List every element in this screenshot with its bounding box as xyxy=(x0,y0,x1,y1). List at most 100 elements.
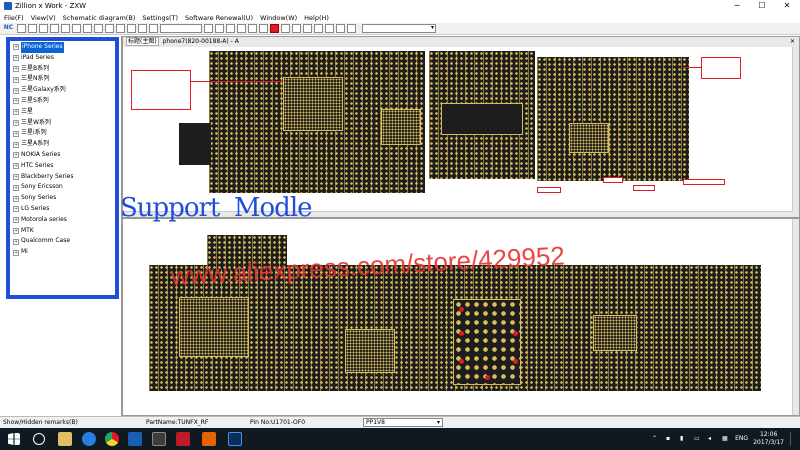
tree-item[interactable]: + iPad Series xyxy=(13,53,73,64)
menu-view[interactable]: View(V) xyxy=(27,14,59,22)
tool-button-20[interactable] xyxy=(314,24,323,33)
tree-item[interactable]: + 三星N系列 xyxy=(13,74,73,85)
close-button[interactable]: ✕ xyxy=(776,0,798,12)
tree-item[interactable]: + Blackberry Series xyxy=(13,172,73,183)
net-select[interactable] xyxy=(362,24,436,33)
tool-button-1[interactable] xyxy=(17,24,26,33)
tool-button-8[interactable] xyxy=(94,24,103,33)
battery-icon[interactable]: ▭ xyxy=(694,435,702,443)
expand-icon[interactable]: + xyxy=(13,130,19,137)
expand-icon[interactable]: + xyxy=(13,141,19,148)
vertical-scrollbar[interactable] xyxy=(792,47,799,217)
browser-icon[interactable] xyxy=(82,432,96,446)
expand-icon[interactable]: + xyxy=(13,206,19,213)
tree-item[interactable]: + NOKIA Series xyxy=(13,150,73,161)
tree-item[interactable]: + Qualcomm Case xyxy=(13,236,73,247)
app-icon-3[interactable] xyxy=(202,432,216,446)
tree-item[interactable]: + Mi xyxy=(13,247,73,258)
expand-icon[interactable]: + xyxy=(13,55,19,62)
tool-button-5[interactable] xyxy=(61,24,70,33)
expand-icon[interactable]: + xyxy=(13,119,19,126)
expand-icon[interactable]: + xyxy=(13,217,19,224)
tree-item[interactable]: + Sony Series xyxy=(13,193,73,204)
photoshop-icon[interactable] xyxy=(228,432,242,446)
tool-button-11[interactable] xyxy=(149,24,158,33)
menu-help[interactable]: Help(H) xyxy=(300,14,332,22)
search-icon[interactable] xyxy=(33,433,45,445)
tool-button-19[interactable] xyxy=(303,24,312,33)
expand-icon[interactable]: + xyxy=(13,249,19,256)
tree-item[interactable]: + 三星S系列 xyxy=(13,96,73,107)
input-language[interactable]: ENG xyxy=(735,435,748,442)
tree-item[interactable]: + Sony Ericsson xyxy=(13,182,73,193)
play-icon[interactable] xyxy=(204,24,213,33)
tool-button-7[interactable] xyxy=(83,24,92,33)
expand-icon[interactable]: + xyxy=(13,109,19,116)
volume-icon[interactable]: ◂ xyxy=(708,435,716,443)
menu-window[interactable]: Window(W) xyxy=(256,14,300,22)
tool-button-2[interactable] xyxy=(28,24,37,33)
zxw-taskbar-icon[interactable] xyxy=(152,432,166,446)
expand-icon[interactable]: + xyxy=(13,227,19,234)
search-input[interactable] xyxy=(160,24,202,33)
tool-button-21[interactable] xyxy=(336,24,345,33)
notification-icon[interactable] xyxy=(790,432,796,446)
pin-icon[interactable] xyxy=(325,24,334,33)
board-view-top[interactable]: 标题(主图) phone7(820-00188-A) - A ✕ xyxy=(122,36,800,218)
tree-item[interactable]: + iPhone Series xyxy=(13,42,73,53)
tool-button-18[interactable] xyxy=(292,24,301,33)
expand-icon[interactable]: + xyxy=(13,173,19,180)
expand-icon[interactable]: + xyxy=(13,152,19,159)
tree-item[interactable]: + HTC Series xyxy=(13,161,73,172)
tool-button-15[interactable] xyxy=(248,24,257,33)
red-color-icon[interactable] xyxy=(270,24,279,33)
tray-chevron-icon[interactable]: ⌃ xyxy=(652,435,660,443)
close-tab-icon[interactable]: ✕ xyxy=(790,37,795,47)
tool-button-4[interactable] xyxy=(50,24,59,33)
expand-icon[interactable]: + xyxy=(13,44,19,51)
tool-button-6[interactable] xyxy=(72,24,81,33)
expand-icon[interactable]: + xyxy=(13,76,19,83)
keyboard-icon[interactable]: ▦ xyxy=(722,435,730,443)
tree-item[interactable]: + LG Series xyxy=(13,204,73,215)
expand-icon[interactable]: + xyxy=(13,98,19,105)
tool-button-10[interactable] xyxy=(138,24,147,33)
menu-settings[interactable]: Settings(T) xyxy=(138,14,181,22)
zoom-in-icon[interactable] xyxy=(105,24,114,33)
tree-item[interactable]: + 三星i系列 xyxy=(13,128,73,139)
tree-item[interactable]: + 三星Galaxy系列 xyxy=(13,85,73,96)
tool-button-13[interactable] xyxy=(226,24,235,33)
vertical-scrollbar-2[interactable] xyxy=(792,219,799,415)
menu-schematic[interactable]: Schematic diagram(B) xyxy=(59,14,139,22)
tool-button-12[interactable] xyxy=(215,24,224,33)
tree-item[interactable]: + MTK xyxy=(13,226,73,237)
document-tab[interactable]: 标题(主图) phone7(820-00188-A) - A ✕ xyxy=(123,37,799,47)
nc-button[interactable]: NC xyxy=(2,24,15,33)
clock[interactable]: 12:06 2017/3/17 xyxy=(753,431,784,447)
app-icon-2[interactable] xyxy=(176,432,190,446)
tool-button-9[interactable] xyxy=(127,24,136,33)
expand-icon[interactable]: + xyxy=(13,184,19,191)
tray-app-icon[interactable]: ▪ xyxy=(666,435,674,443)
expand-icon[interactable]: + xyxy=(13,65,19,72)
menu-file[interactable]: File(F) xyxy=(0,14,27,22)
expand-icon[interactable]: + xyxy=(13,163,19,170)
tree-item[interactable]: + 三星A系列 xyxy=(13,139,73,150)
net-dropdown[interactable]: PP1V8 xyxy=(363,418,443,427)
tool-button-17[interactable] xyxy=(281,24,290,33)
expand-icon[interactable]: + xyxy=(13,87,19,94)
tree-item[interactable]: + 三星W系列 xyxy=(13,118,73,129)
start-button[interactable] xyxy=(8,433,20,445)
tool-button-14[interactable] xyxy=(237,24,246,33)
expand-icon[interactable]: + xyxy=(13,195,19,202)
file-explorer-icon[interactable] xyxy=(58,432,72,446)
maximize-button[interactable]: ☐ xyxy=(751,0,773,12)
app-icon-1[interactable] xyxy=(128,432,142,446)
tree-item[interactable]: + 三星B系列 xyxy=(13,64,73,75)
tree-item[interactable]: + Motorola series xyxy=(13,215,73,226)
remarks-toggle[interactable]: Show/Hidden remarks(B) xyxy=(3,419,78,426)
tool-button-16[interactable] xyxy=(259,24,268,33)
expand-icon[interactable]: + xyxy=(13,238,19,245)
chrome-icon[interactable] xyxy=(105,432,119,446)
tool-button-22[interactable] xyxy=(347,24,356,33)
